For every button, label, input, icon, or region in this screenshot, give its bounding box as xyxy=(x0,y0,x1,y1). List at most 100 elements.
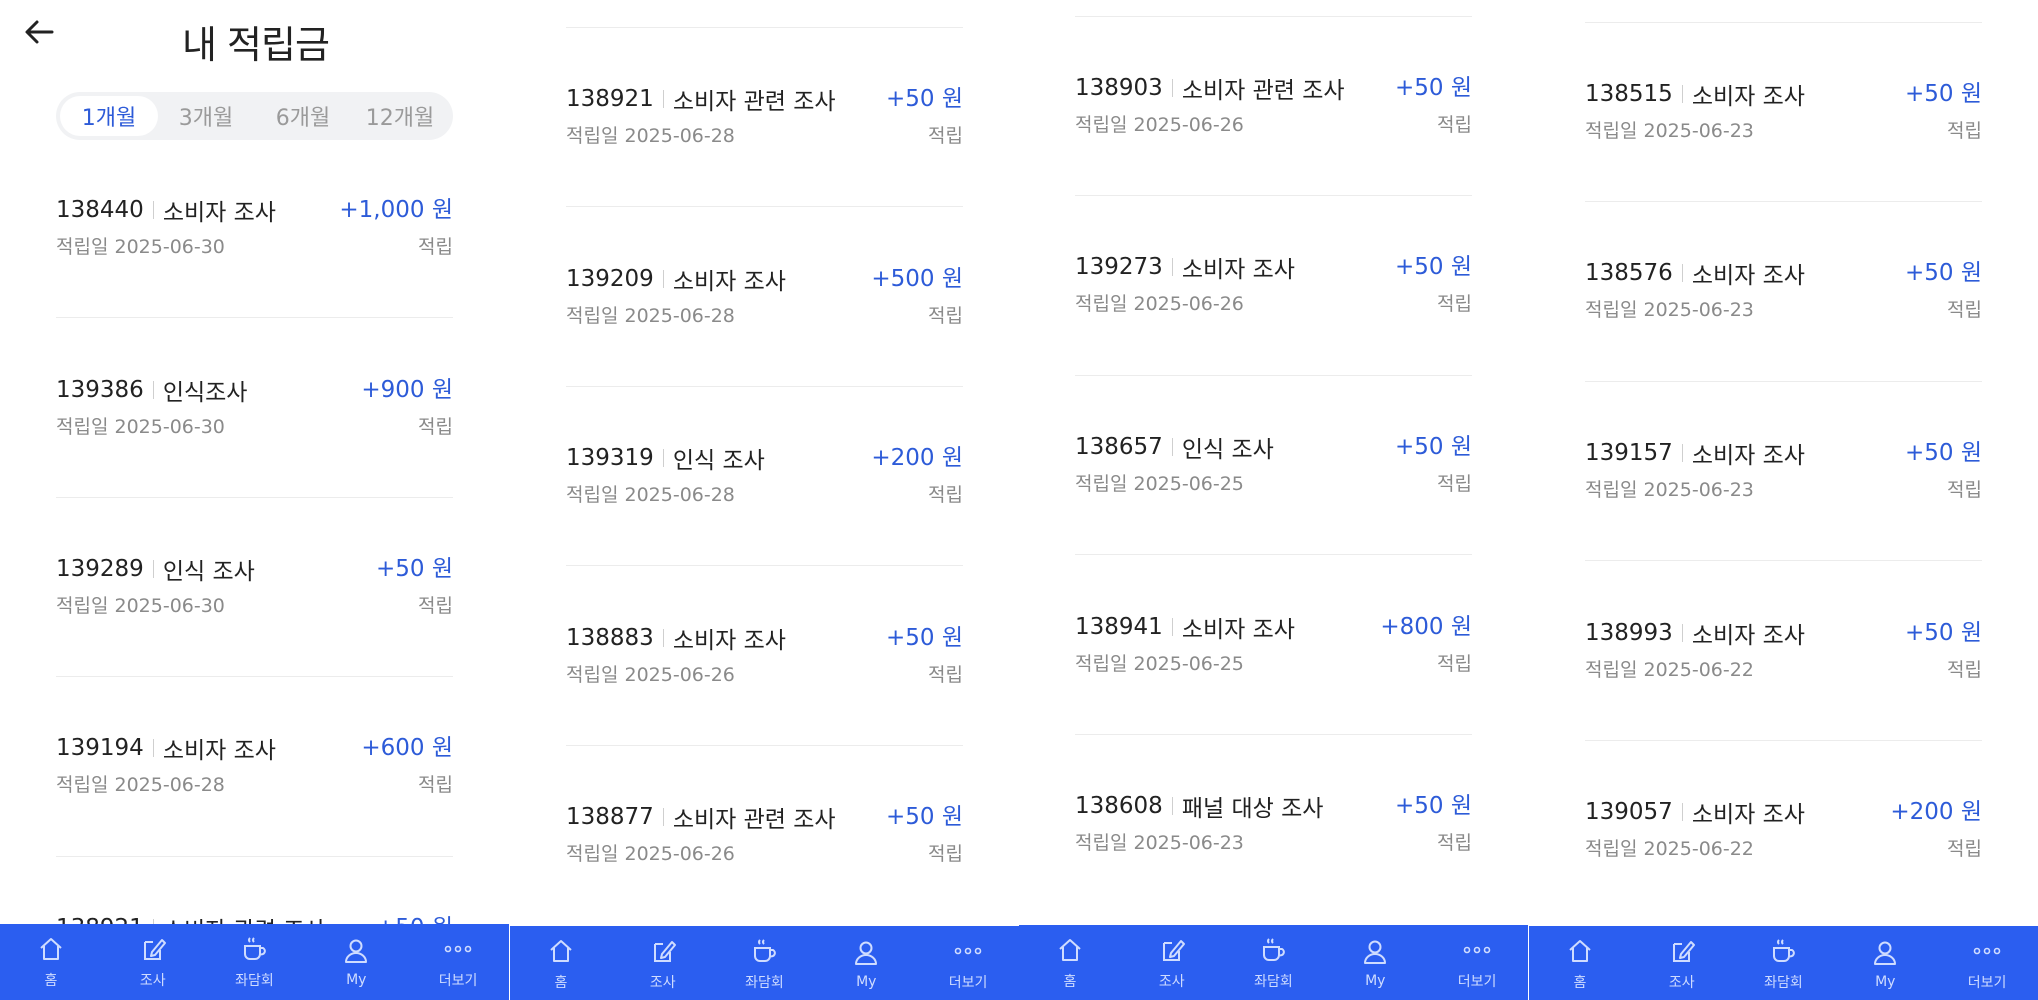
entry-amount: +200 원 xyxy=(1890,799,1982,825)
entry-amount: +50 원 xyxy=(1394,793,1472,819)
list-item[interactable]: 138993 소비자 조사 +50 원 적립일 2025-06-22 적립 xyxy=(1585,615,1982,705)
list-item[interactable]: 139157 소비자 조사 +50 원 적립일 2025-06-23 적립 xyxy=(1585,435,1982,525)
entry-status: 적립 xyxy=(928,125,963,147)
nav-discussion[interactable]: 좌담회 xyxy=(204,924,306,1000)
survey-icon xyxy=(143,939,166,960)
back-button[interactable] xyxy=(22,15,62,51)
nav-label: 조사 xyxy=(1158,974,1185,990)
nav-label: 더보기 xyxy=(948,975,988,991)
list-item[interactable]: 138657 인식 조사 +50 원 적립일 2025-06-25 적립 xyxy=(1075,429,1472,519)
entry-id: 139157 xyxy=(1585,440,1673,466)
entry-amount: +800 원 xyxy=(1380,614,1472,640)
entry-status: 적립 xyxy=(418,595,453,617)
entry-amount: +50 원 xyxy=(1904,260,1982,286)
nav-survey[interactable]: 조사 xyxy=(1121,925,1223,1000)
entry-id: 139289 xyxy=(56,556,144,582)
nav-survey[interactable]: 조사 xyxy=(102,924,204,1000)
nav-label: 조사 xyxy=(139,973,166,989)
entry-id: 138883 xyxy=(566,625,654,651)
entry-title: 인식 조사 xyxy=(162,559,255,585)
nav-label: 좌담회 xyxy=(1764,975,1803,991)
entry-title: 인식조사 xyxy=(162,380,248,406)
nav-home[interactable]: 홈 xyxy=(1529,926,1631,1000)
nav-discussion[interactable]: 좌담회 xyxy=(1733,926,1835,1000)
nav-more[interactable]: 더보기 xyxy=(407,924,509,1000)
divider xyxy=(1075,195,1472,196)
home-icon xyxy=(1059,939,1081,961)
entry-date: 적립일 2025-06-26 xyxy=(566,664,735,686)
list-item[interactable]: 138608 패널 대상 조사 +50 원 적립일 2025-06-23 적립 xyxy=(1075,788,1472,878)
divider xyxy=(1171,797,1173,815)
nav-discussion[interactable]: 좌담회 xyxy=(1223,925,1325,1000)
entry-amount: +50 원 xyxy=(885,804,963,830)
entry-title: 소비자 조사 xyxy=(1691,802,1805,828)
list-item[interactable]: 138877 소비자 관련 조사 +50 원 적립일 2025-06-26 적립 xyxy=(566,799,963,889)
entry-date: 적립일 2025-06-26 xyxy=(566,843,735,865)
nav-discussion[interactable]: 좌담회 xyxy=(714,926,816,1000)
list-item[interactable]: 138576 소비자 조사 +50 원 적립일 2025-06-23 적립 xyxy=(1585,255,1982,345)
list-item[interactable]: 138515 소비자 조사 +50 원 적립일 2025-06-23 적립 xyxy=(1585,76,1982,166)
nav-survey[interactable]: 조사 xyxy=(1631,926,1733,1000)
nav-label: 조사 xyxy=(649,975,676,991)
nav-survey[interactable]: 조사 xyxy=(612,926,714,1000)
entry-date: 적립일 2025-06-30 xyxy=(56,416,225,438)
period-tabs: 1개월 3개월 6개월 12개월 xyxy=(56,92,453,140)
tab-3-months[interactable]: 3개월 xyxy=(157,96,255,136)
entry-id: 139057 xyxy=(1585,799,1673,825)
entry-title: 소비자 조사 xyxy=(162,200,276,226)
entry-date: 적립일 2025-06-25 xyxy=(1075,473,1244,495)
list-item[interactable]: 138440 소비자 조사 +1,000 원 적립일 2025-06-30 적립 xyxy=(56,192,453,282)
list-item[interactable]: 139386 인식조사 +900 원 적립일 2025-06-30 적립 xyxy=(56,372,453,462)
divider xyxy=(1075,375,1472,376)
entry-id: 139319 xyxy=(566,445,654,471)
entry-title: 소비자 조사 xyxy=(1691,263,1805,289)
nav-more[interactable]: 더보기 xyxy=(1426,925,1528,1000)
arrow-left-icon xyxy=(25,20,54,44)
nav-my[interactable]: My xyxy=(305,924,407,1000)
list-item[interactable]: 139194 소비자 조사 +600 원 적립일 2025-06-28 적립 xyxy=(56,730,453,820)
nav-label: My xyxy=(856,974,877,990)
entry-amount: +500 원 xyxy=(871,266,963,292)
nav-my[interactable]: My xyxy=(1834,926,1936,1000)
list-item[interactable]: 138921 소비자 관련 조사 +50 원 적립일 2025-06-28 적립 xyxy=(566,81,963,171)
list-item[interactable]: 139209 소비자 조사 +500 원 적립일 2025-06-28 적립 xyxy=(566,261,963,351)
entry-title: 소비자 조사 xyxy=(162,738,276,764)
list-item[interactable]: 139289 인식 조사 +50 원 적립일 2025-06-30 적립 xyxy=(56,551,453,641)
more-icon xyxy=(954,947,982,955)
divider xyxy=(1585,381,1982,382)
nav-my[interactable]: My xyxy=(815,926,917,1000)
entry-id: 138440 xyxy=(56,197,144,223)
list-item[interactable]: 138903 소비자 관련 조사 +50 원 적립일 2025-06-26 적립 xyxy=(1075,70,1472,160)
nav-more[interactable]: 더보기 xyxy=(917,926,1019,1000)
list-item[interactable]: 139273 소비자 조사 +50 원 적립일 2025-06-26 적립 xyxy=(1075,249,1472,339)
divider xyxy=(662,629,664,647)
entry-amount: +1,000 원 xyxy=(339,197,453,223)
nav-home[interactable]: 홈 xyxy=(1019,925,1121,1000)
bottom-nav: 홈 조사 좌담회 My 더보기 xyxy=(1019,925,1528,1000)
list-item[interactable]: 139319 인식 조사 +200 원 적립일 2025-06-28 적립 xyxy=(566,440,963,530)
nav-my[interactable]: My xyxy=(1324,925,1426,1000)
divider xyxy=(56,856,453,857)
bottom-nav: 홈 조사 좌담회 My 더보기 xyxy=(510,926,1019,1000)
nav-home[interactable]: 홈 xyxy=(510,926,612,1000)
more-icon xyxy=(1973,947,2001,955)
list-item[interactable]: 138941 소비자 조사 +800 원 적립일 2025-06-25 적립 xyxy=(1075,609,1472,699)
entry-date: 적립일 2025-06-22 xyxy=(1585,838,1754,860)
list-item[interactable]: 138883 소비자 조사 +50 원 적립일 2025-06-26 적립 xyxy=(566,620,963,710)
tab-1-month[interactable]: 1개월 xyxy=(60,96,158,136)
nav-home[interactable]: 홈 xyxy=(0,924,102,1000)
entry-status: 적립 xyxy=(1437,293,1472,315)
tab-6-months[interactable]: 6개월 xyxy=(254,96,352,136)
nav-label: 홈 xyxy=(1573,975,1587,991)
entry-amount: +50 원 xyxy=(375,556,453,582)
nav-more[interactable]: 더보기 xyxy=(1936,926,2038,1000)
tab-12-months[interactable]: 12개월 xyxy=(351,96,449,136)
divider xyxy=(1585,201,1982,202)
entry-status: 적립 xyxy=(418,416,453,438)
entry-amount: +50 원 xyxy=(1904,81,1982,107)
bottom-nav: 홈 조사 좌담회 My 더보기 xyxy=(1529,926,2038,1000)
user-icon xyxy=(345,939,368,963)
entry-date: 적립일 2025-06-30 xyxy=(56,236,225,258)
list-item[interactable]: 139057 소비자 조사 +200 원 적립일 2025-06-22 적립 xyxy=(1585,794,1982,884)
user-icon xyxy=(855,941,878,965)
